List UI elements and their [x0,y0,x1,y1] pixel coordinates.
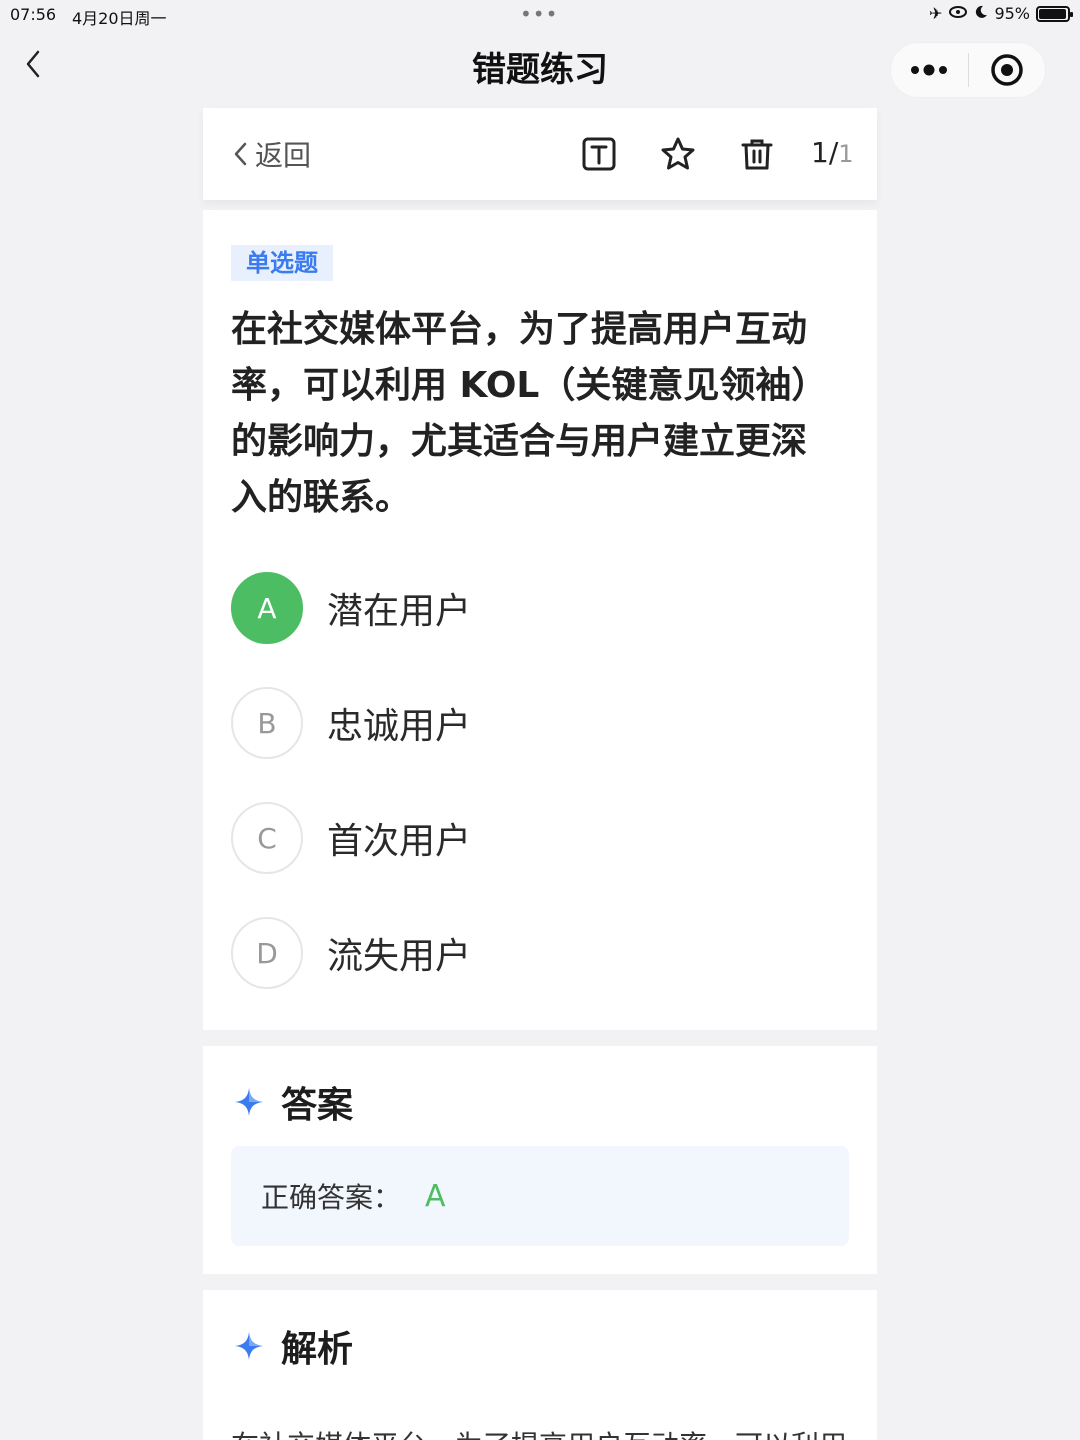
moon-icon [974,4,988,23]
status-bar: 07:56 4月20日周一 ••• ✈ 95% [0,0,1080,30]
option-letter: B [231,687,303,759]
page-total: 1 [838,140,854,168]
question-text: 在社交媒体平台，为了提高用户互动率，可以利用 KOL（关键意见领袖）的影响力，尤… [231,309,828,518]
battery-percent: 95% [994,4,1030,23]
sparkle-icon [235,1088,263,1116]
more-icon[interactable] [891,42,968,98]
answer-card: 答案 正确答案： A [203,1046,877,1274]
option-letter: C [231,802,303,874]
correct-answer-box: 正确答案： A [231,1146,849,1246]
mini-program-capsule [890,42,1046,98]
option-c[interactable]: C 首次用户 [231,801,831,875]
chevron-left-icon [234,142,247,166]
option-d[interactable]: D 流失用户 [231,916,831,990]
status-indicators: ✈ 95% [929,4,1073,23]
option-a[interactable]: A 潜在用户 [231,571,831,645]
page-counter: 1/1 [811,136,854,169]
return-button[interactable]: 返回 [233,134,311,174]
return-label: 返回 [255,139,312,172]
correct-answer-label: 正确答案： [261,1181,402,1214]
option-b[interactable]: B 忠诚用户 [231,686,831,760]
question-toolbar: 返回 1/1 [203,108,877,200]
screen-lock-icon [948,4,968,23]
option-text: 潜在用户 [327,591,472,632]
analysis-card: 解析 在社交媒体平台，为了提高用户互动率，可以利用 [203,1290,877,1440]
star-favorite-icon[interactable] [660,136,696,172]
option-letter: A [231,572,303,644]
status-time: 07:56 [10,5,57,24]
analysis-title: 解析 [281,1329,354,1370]
page-current: 1/ [811,136,839,169]
multitask-dots-icon[interactable]: ••• [520,2,558,26]
sparkle-icon [235,1332,263,1360]
question-card: 单选题 在社交媒体平台，为了提高用户互动率，可以利用 KOL（关键意见领袖）的影… [203,210,877,1030]
battery-icon [1036,5,1073,22]
option-letter: D [231,917,303,989]
font-size-icon[interactable] [581,136,617,172]
question-type-tag: 单选题 [231,245,333,281]
answer-title: 答案 [281,1085,354,1126]
airplane-icon: ✈ [929,4,943,23]
nav-bar: 错题练习 [0,30,1080,108]
option-text: 忠诚用户 [327,706,472,747]
analysis-header: 解析 [233,1320,353,1372]
option-text: 首次用户 [327,821,472,862]
analysis-text: 在社交媒体平台，为了提高用户互动率，可以利用 [231,1426,849,1440]
option-text: 流失用户 [327,936,472,977]
status-date: 4月20日周一 [72,9,167,28]
trash-delete-icon[interactable] [739,136,775,172]
correct-answer-value: A [425,1178,446,1214]
answer-header: 答案 [233,1076,353,1128]
close-target-icon[interactable] [969,42,1046,98]
